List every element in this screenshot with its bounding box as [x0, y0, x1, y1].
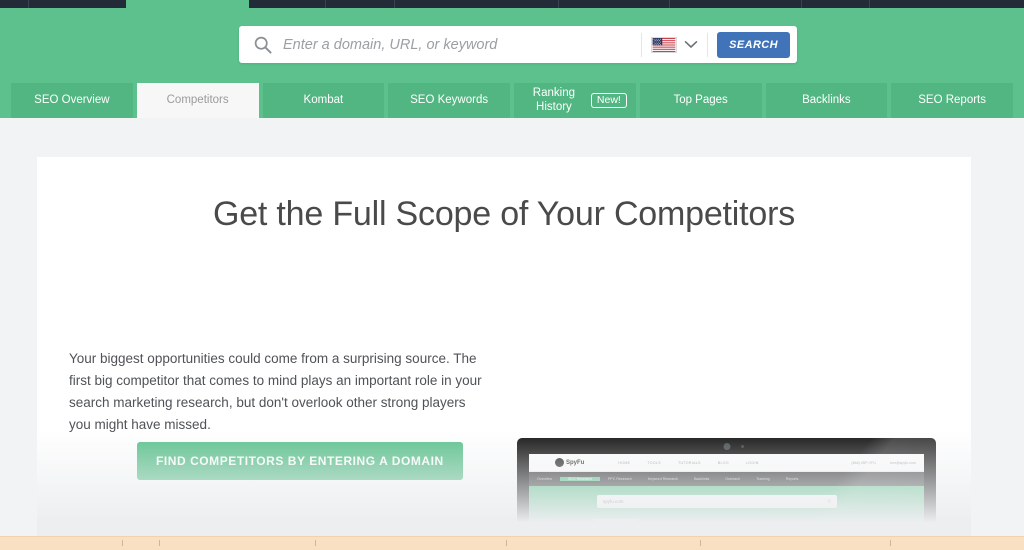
- mini-tab-keyword-groups[interactable]: Keyword Groups: [683, 519, 725, 532]
- mini-darknav-seo-research[interactable]: SEO Research: [559, 477, 600, 481]
- mini-tab-seo-overview[interactable]: SEO Overview: [551, 519, 593, 532]
- section-tabs: SEO Overview Competitors Kombat SEO Keyw…: [0, 83, 1024, 118]
- mini-tabs: SEO Overview Competitors Kombat Keyword …: [551, 519, 902, 532]
- page-title: Get the Full Scope of Your Competitors: [212, 195, 796, 233]
- mini-logo: SpyFu: [555, 458, 584, 467]
- search-bar: SEARCH: [239, 26, 797, 63]
- mini-top-right: (844) 4SP-YFU tom@spyfu.com: [851, 461, 916, 465]
- mini-account[interactable]: tom@spyfu.com: [890, 461, 916, 465]
- new-badge: New!: [590, 92, 627, 109]
- mini-darknav-tracking[interactable]: Tracking: [748, 477, 778, 481]
- mini-tab-kombat[interactable]: Kombat: [639, 519, 681, 532]
- search-icon: [254, 36, 272, 54]
- product-screenshot-mockup: SpyFu HOME TOOLS TUTORIALS BLOG LOGIN (8…: [517, 438, 936, 539]
- mini-nav-tools[interactable]: TOOLS: [647, 461, 661, 465]
- tab-label: SEO Keywords: [410, 93, 489, 106]
- country-selector[interactable]: [642, 36, 707, 53]
- tab-label: Kombat: [303, 93, 344, 106]
- mini-nav-blog[interactable]: BLOG: [718, 461, 729, 465]
- tab-seo-keywords[interactable]: SEO Keywords: [386, 83, 512, 118]
- tab-competitors[interactable]: Competitors: [134, 83, 261, 118]
- mini-topbar: SpyFu HOME TOOLS TUTORIALS BLOG LOGIN (8…: [529, 454, 924, 472]
- mini-nav-login[interactable]: LOGIN: [746, 461, 759, 465]
- mini-green-band: spyfu.com ⚲ SEO Overview Competitors Kom…: [529, 486, 924, 532]
- mini-phone: (844) 4SP-YFU: [851, 460, 876, 465]
- tab-kombat[interactable]: Kombat: [260, 83, 387, 118]
- tab-label: Competitors: [166, 93, 229, 106]
- page-root: SEARCH SEO Overview Competitors Kombat S…: [0, 0, 1024, 550]
- search-divider-right: [707, 32, 709, 57]
- spyfu-logo-icon: [555, 458, 564, 467]
- mini-darknav-keyword-research[interactable]: Keyword Research: [640, 477, 686, 481]
- us-flag-icon: [651, 36, 678, 53]
- tab-seo-overview[interactable]: SEO Overview: [9, 83, 135, 118]
- mini-tab-seo-keywords[interactable]: SEO Keywords: [728, 519, 770, 532]
- mini-top-nav: HOME TOOLS TUTORIALS BLOG LOGIN: [618, 461, 758, 465]
- bottom-ruler-bar: [0, 536, 1024, 550]
- tab-backlinks[interactable]: Backlinks: [763, 83, 890, 118]
- mini-dark-nav: Overview SEO Research PPC Research Keywo…: [529, 472, 924, 486]
- mini-nav-home[interactable]: HOME: [618, 461, 630, 465]
- search-button[interactable]: SEARCH: [717, 31, 790, 58]
- mini-search-input[interactable]: spyfu.com ⚲: [597, 495, 837, 508]
- mini-tab-ranking-history[interactable]: Ranking History: [772, 519, 814, 532]
- mini-search-icon: ⚲: [827, 498, 831, 505]
- monitor-screen: SpyFu HOME TOOLS TUTORIALS BLOG LOGIN (8…: [529, 454, 924, 539]
- mini-darknav-outreach[interactable]: Outreach: [717, 477, 748, 481]
- mini-darknav-overview[interactable]: Overview: [529, 477, 560, 481]
- global-nav-strip: [0, 0, 1024, 8]
- mini-darknav-reports[interactable]: Reports: [778, 477, 807, 481]
- tab-label: SEO Reports: [918, 93, 986, 106]
- find-competitors-button[interactable]: FIND COMPETITORS BY ENTERING A DOMAIN: [137, 442, 463, 480]
- mini-tab-backlinks[interactable]: Backlinks: [816, 519, 858, 532]
- tab-label: Ranking History: [532, 86, 575, 113]
- content-card: Get the Full Scope of Your Competitors Y…: [37, 157, 971, 539]
- webcam-icon: [723, 443, 730, 450]
- tab-ranking-history[interactable]: Ranking History New!: [512, 83, 638, 118]
- mini-nav-tutorials[interactable]: TUTORIALS: [678, 461, 701, 465]
- mini-search-value: spyfu.com: [603, 499, 624, 504]
- mini-brand: SpyFu: [566, 459, 585, 466]
- intro-paragraph: Your biggest opportunities could come fr…: [69, 351, 482, 432]
- mini-app: SpyFu HOME TOOLS TUTORIALS BLOG LOGIN (8…: [529, 454, 924, 539]
- mini-darknav-ppc-research[interactable]: PPC Research: [600, 477, 640, 481]
- mini-tab-competitors[interactable]: Competitors: [595, 519, 637, 532]
- webcam-led-icon: [740, 445, 744, 448]
- mini-tab-seo-reports[interactable]: SEO Reports: [860, 519, 902, 532]
- tab-label: SEO Overview: [34, 93, 110, 106]
- tab-label: Backlinks: [802, 93, 851, 106]
- chevron-down-icon: [684, 40, 698, 48]
- tab-top-pages[interactable]: Top Pages: [637, 83, 764, 118]
- mini-darknav-backlinks[interactable]: Backlinks: [686, 477, 717, 481]
- tab-seo-reports[interactable]: SEO Reports: [889, 83, 1015, 118]
- search-input[interactable]: [283, 27, 642, 62]
- tab-label: Top Pages: [673, 93, 728, 106]
